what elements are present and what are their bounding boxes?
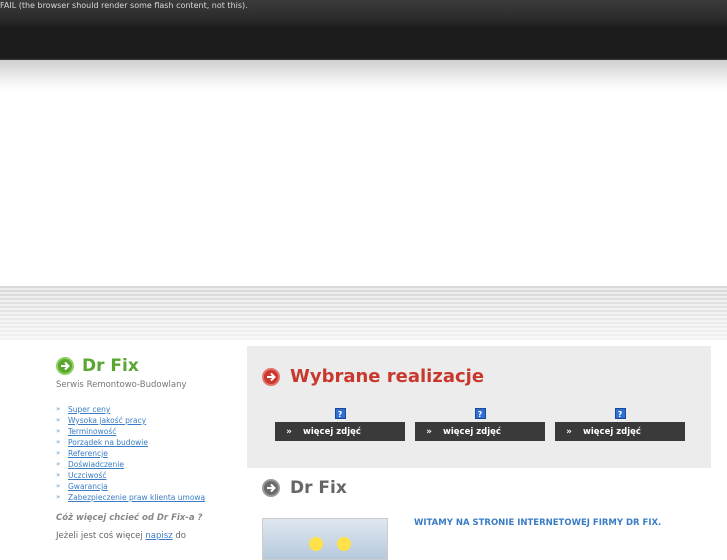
contact-link[interactable]: napisz: [145, 531, 172, 541]
feature-link[interactable]: Uczciwość: [68, 470, 107, 481]
brand-subtitle: Serwis Remontowo-Budowlany: [56, 380, 187, 390]
feature-link[interactable]: Wysoka jakość pracy: [68, 415, 146, 426]
paragraph-text: Jeżeli jest coś więcej: [56, 531, 146, 541]
feature-link[interactable]: Doświadczenie: [68, 459, 124, 470]
double-arrow-icon: »: [286, 426, 292, 437]
list-item: » Gwarancja: [56, 481, 236, 492]
list-item: » Uczciwość: [56, 470, 236, 481]
feature-link[interactable]: Gwarancja: [68, 481, 108, 492]
gallery-item: ? » więcej zdjęć: [275, 408, 405, 441]
brand: Dr Fix: [56, 356, 236, 376]
realizations-title: Wybrane realizacje: [290, 366, 485, 387]
more-photos-label: więcej zdjęć: [583, 426, 641, 437]
arrow-right-circle-icon: [56, 357, 74, 375]
double-arrow-icon: »: [426, 426, 432, 437]
double-arrow-icon: »: [56, 427, 61, 435]
flash-fail-text: FAIL (the browser should render some fla…: [0, 1, 248, 10]
realizations-panel: Wybrane realizacje ? » więcej zdjęć ? » …: [247, 346, 711, 468]
section-title: Dr Fix: [290, 478, 347, 498]
feature-link[interactable]: Super ceny: [68, 404, 110, 415]
question-icon[interactable]: ?: [474, 408, 486, 419]
photo-detail: [337, 537, 351, 551]
more-photos-button[interactable]: » więcej zdjęć: [275, 422, 405, 441]
brand-title: Dr Fix: [82, 356, 139, 376]
list-item: » Zabezpieczenie praw klienta umową: [56, 492, 236, 503]
more-photos-button[interactable]: » więcej zdjęć: [555, 422, 685, 441]
gallery-item: ? » więcej zdjęć: [555, 408, 685, 441]
content-divider: [0, 286, 727, 340]
more-photos-label: więcej zdjęć: [443, 426, 501, 437]
list-item: » Referencje: [56, 448, 236, 459]
sidebar-paragraph: Jeżeli jest coś więcej napisz do: [56, 531, 236, 541]
welcome-heading: WITAMY NA STRONIE INTERNETOWEJ FIRMY DR …: [414, 518, 662, 528]
double-arrow-icon: »: [56, 416, 61, 424]
arrow-right-circle-icon: [262, 367, 280, 386]
double-arrow-icon: »: [56, 438, 61, 446]
header-shadow: [0, 60, 727, 90]
feature-list: » Super ceny » Wysoka jakość pracy » Termin…: [56, 404, 236, 503]
double-arrow-icon: »: [56, 449, 61, 457]
sidebar-question: Cóż więcej chcieć od Dr Fix-a ?: [56, 513, 203, 523]
sidebar: Dr Fix Serwis Remontowo-Budowlany » Super…: [56, 356, 236, 541]
question-icon[interactable]: ?: [614, 408, 626, 419]
feature-link[interactable]: Zabezpieczenie praw klienta umową: [68, 492, 205, 503]
realizations-header: Wybrane realizacje: [262, 366, 484, 387]
double-arrow-icon: »: [56, 482, 61, 490]
list-item: » Terminowość: [56, 426, 236, 437]
double-arrow-icon: »: [56, 493, 61, 501]
photo-detail: [309, 537, 323, 551]
question-icon[interactable]: ?: [334, 408, 346, 419]
double-arrow-icon: »: [56, 405, 61, 413]
more-photos-button[interactable]: » więcej zdjęć: [415, 422, 545, 441]
feature-link[interactable]: Referencje: [68, 448, 108, 459]
double-arrow-icon: »: [566, 426, 572, 437]
more-photos-label: więcej zdjęć: [303, 426, 361, 437]
flash-header: FAIL (the browser should render some fla…: [0, 0, 727, 60]
feature-link[interactable]: Porządek na budowie: [68, 437, 148, 448]
list-item: » Porządek na budowie: [56, 437, 236, 448]
list-item: » Super ceny: [56, 404, 236, 415]
gallery-item: ? » więcej zdjęć: [415, 408, 545, 441]
section-header: Dr Fix: [262, 478, 347, 498]
arrow-right-circle-icon: [262, 479, 280, 497]
double-arrow-icon: »: [56, 471, 61, 479]
paragraph-text-end: do: [172, 531, 186, 541]
list-item: » Wysoka jakość pracy: [56, 415, 236, 426]
company-photo: [262, 518, 388, 560]
feature-link[interactable]: Terminowość: [68, 426, 116, 437]
double-arrow-icon: »: [56, 460, 61, 468]
list-item: » Doświadczenie: [56, 459, 236, 470]
